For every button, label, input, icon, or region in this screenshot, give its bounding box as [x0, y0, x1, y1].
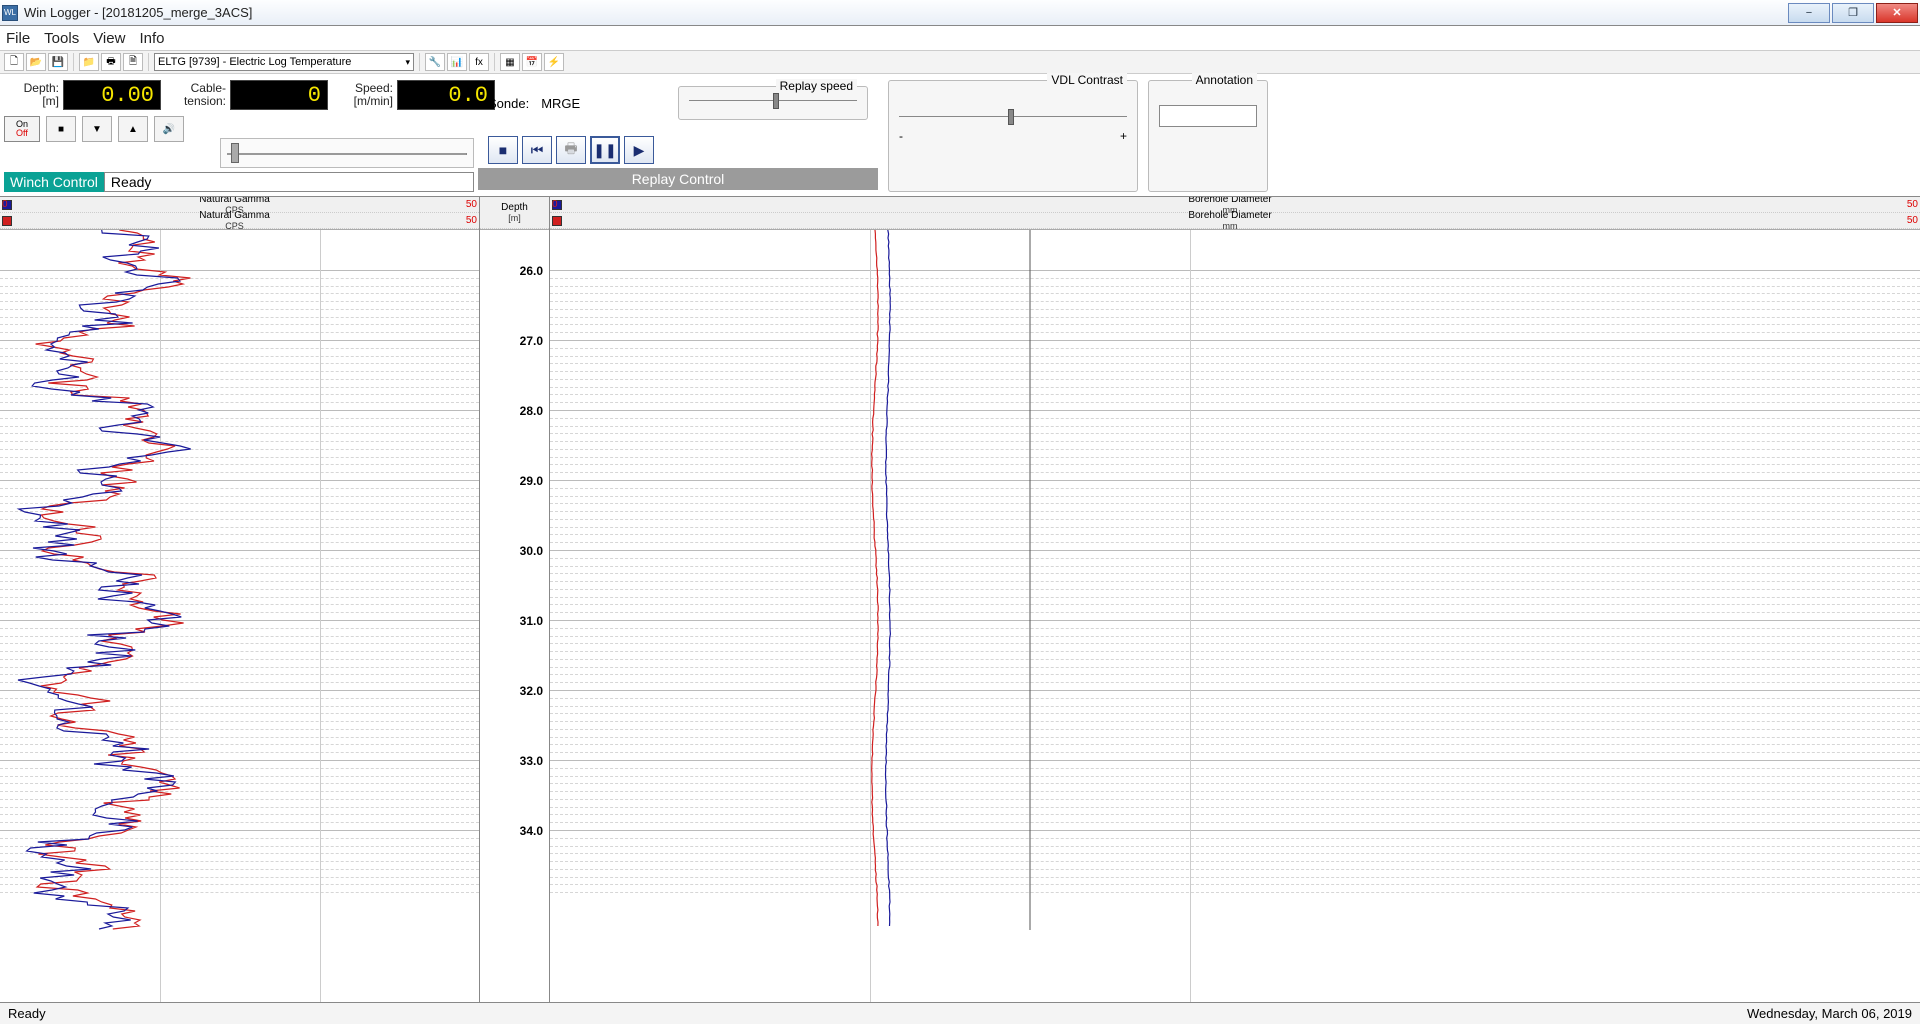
- dropdown-arrow-icon: ▾: [405, 57, 410, 68]
- replay-rewind-button[interactable]: ⏮: [522, 136, 552, 164]
- vdl-minus: -: [899, 129, 903, 143]
- tool-select-value: ELTG [9739] - Electric Log Temperature: [158, 56, 351, 68]
- toolbar-fx-icon[interactable]: fx: [469, 53, 489, 71]
- toolbar-preview-icon[interactable]: 🗎: [123, 53, 143, 71]
- winch-sound-button[interactable]: 🔊: [154, 116, 184, 142]
- sonde-label: Sonde:: [488, 96, 529, 111]
- replay-play-button[interactable]: ▶: [624, 136, 654, 164]
- replay-stop-button[interactable]: ■: [488, 136, 518, 164]
- menu-tools[interactable]: Tools: [44, 30, 79, 47]
- title-bar: WL Win Logger - [20181205_merge_3ACS] − …: [0, 0, 1920, 26]
- status-date: Wednesday, March 06, 2019: [1747, 1006, 1912, 1021]
- track-natural-gamma: Natural GammaCPS 50 Natural GammaCPS 50 …: [0, 197, 480, 1002]
- track-borehole-diameter: Borehole Diametermm 50 Borehole Diameter…: [550, 197, 1920, 1002]
- upper-control-area: Depth: [m] 0.00 Cable- tension: 0 Speed:…: [0, 74, 1920, 196]
- annotation-group: Annotation: [1148, 80, 1268, 192]
- log-chart-area: Natural GammaCPS 50 Natural GammaCPS 50 …: [0, 196, 1920, 1002]
- track-depth: Depth[m] 26.027.028.029.030.031.032.033.…: [480, 197, 550, 1002]
- tension-label: Cable- tension:: [171, 82, 226, 108]
- winch-control-tag: Winch Control: [4, 172, 104, 192]
- replay-speed-slider[interactable]: [689, 93, 857, 109]
- toolbar-grid-icon[interactable]: ▦: [500, 53, 520, 71]
- replay-pause-button[interactable]: ❚❚: [590, 136, 620, 164]
- winch-stop-button[interactable]: ■: [46, 116, 76, 142]
- status-bar: Ready Wednesday, March 06, 2019: [0, 1002, 1920, 1024]
- toolbar-save-icon[interactable]: 💾: [48, 53, 68, 71]
- toolbar-print-icon[interactable]: 🖶: [101, 53, 121, 71]
- menu-info[interactable]: Info: [139, 30, 164, 47]
- depth-label: Depth: [m]: [4, 82, 59, 108]
- depth-scale: 26.027.028.029.030.031.032.033.034.0: [480, 230, 549, 1002]
- app-icon: WL: [2, 5, 18, 21]
- toolbar-chart-icon[interactable]: 📊: [447, 53, 467, 71]
- vdl-contrast-group: VDL Contrast - +: [888, 80, 1138, 192]
- toolbar-new-icon[interactable]: 🗋: [4, 53, 24, 71]
- toolbar-bolt-icon[interactable]: ⚡: [544, 53, 564, 71]
- sonde-group: Sonde: MRGE Replay speed ■ ⏮ 🖶 ❚❚ ▶: [478, 80, 878, 162]
- replay-speed-group: Replay speed: [678, 86, 868, 120]
- maximize-button[interactable]: ❐: [1832, 3, 1874, 23]
- winch-speed-slider[interactable]: [220, 138, 474, 168]
- winch-down-button[interactable]: ▼: [82, 116, 112, 142]
- minimize-button[interactable]: −: [1788, 3, 1830, 23]
- status-left: Ready: [8, 1006, 46, 1021]
- tool-select-dropdown[interactable]: ELTG [9739] - Electric Log Temperature ▾: [154, 53, 414, 71]
- winch-up-button[interactable]: ▲: [118, 116, 148, 142]
- close-button[interactable]: ✕: [1876, 3, 1918, 23]
- menu-file[interactable]: File: [6, 30, 30, 47]
- depth-readout: 0.00: [63, 80, 161, 110]
- annotation-input[interactable]: [1159, 105, 1257, 127]
- speed-label: Speed: [m/min]: [338, 82, 393, 108]
- toolbar-cal-icon[interactable]: 📅: [522, 53, 542, 71]
- replay-print-button[interactable]: 🖶: [556, 136, 586, 164]
- menu-view[interactable]: View: [93, 30, 125, 47]
- tension-readout: 0: [230, 80, 328, 110]
- menu-bar: File Tools View Info: [0, 26, 1920, 50]
- toolbar-folder-icon[interactable]: 📁: [79, 53, 99, 71]
- gamma-swatch-red-icon: [2, 216, 12, 226]
- winch-status: Ready: [104, 172, 474, 192]
- toolbar: 🗋 📂 💾 📁 🖶 🗎 ELTG [9739] - Electric Log T…: [0, 50, 1920, 74]
- borehole-plot[interactable]: [550, 230, 1920, 1002]
- vdl-slider[interactable]: [899, 109, 1127, 125]
- toolbar-wrench-icon[interactable]: 🔧: [425, 53, 445, 71]
- replay-control-bar: Replay Control: [478, 168, 878, 190]
- sonde-value: MRGE: [541, 96, 580, 111]
- toolbar-open-icon[interactable]: 📂: [26, 53, 46, 71]
- gamma-plot[interactable]: [0, 230, 479, 1002]
- winch-onoff-button[interactable]: OnOff: [4, 116, 40, 142]
- borehole-swatch-red-icon: [552, 216, 562, 226]
- vdl-plus: +: [1120, 129, 1127, 143]
- window-title: Win Logger - [20181205_merge_3ACS]: [24, 5, 1788, 20]
